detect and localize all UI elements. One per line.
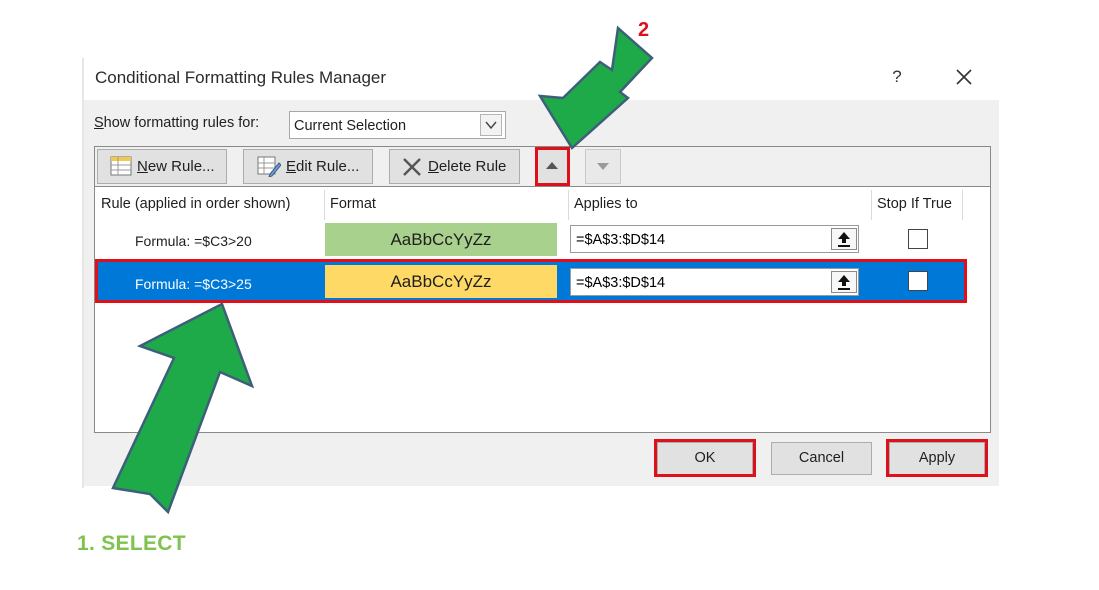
arrow-to-selected-rule [111, 302, 255, 515]
step-1-label: 1. SELECT [77, 532, 186, 555]
step-2-label: 2 [638, 19, 650, 41]
annotation-arrows [111, 25, 654, 515]
arrow-to-move-up-button [537, 25, 654, 150]
